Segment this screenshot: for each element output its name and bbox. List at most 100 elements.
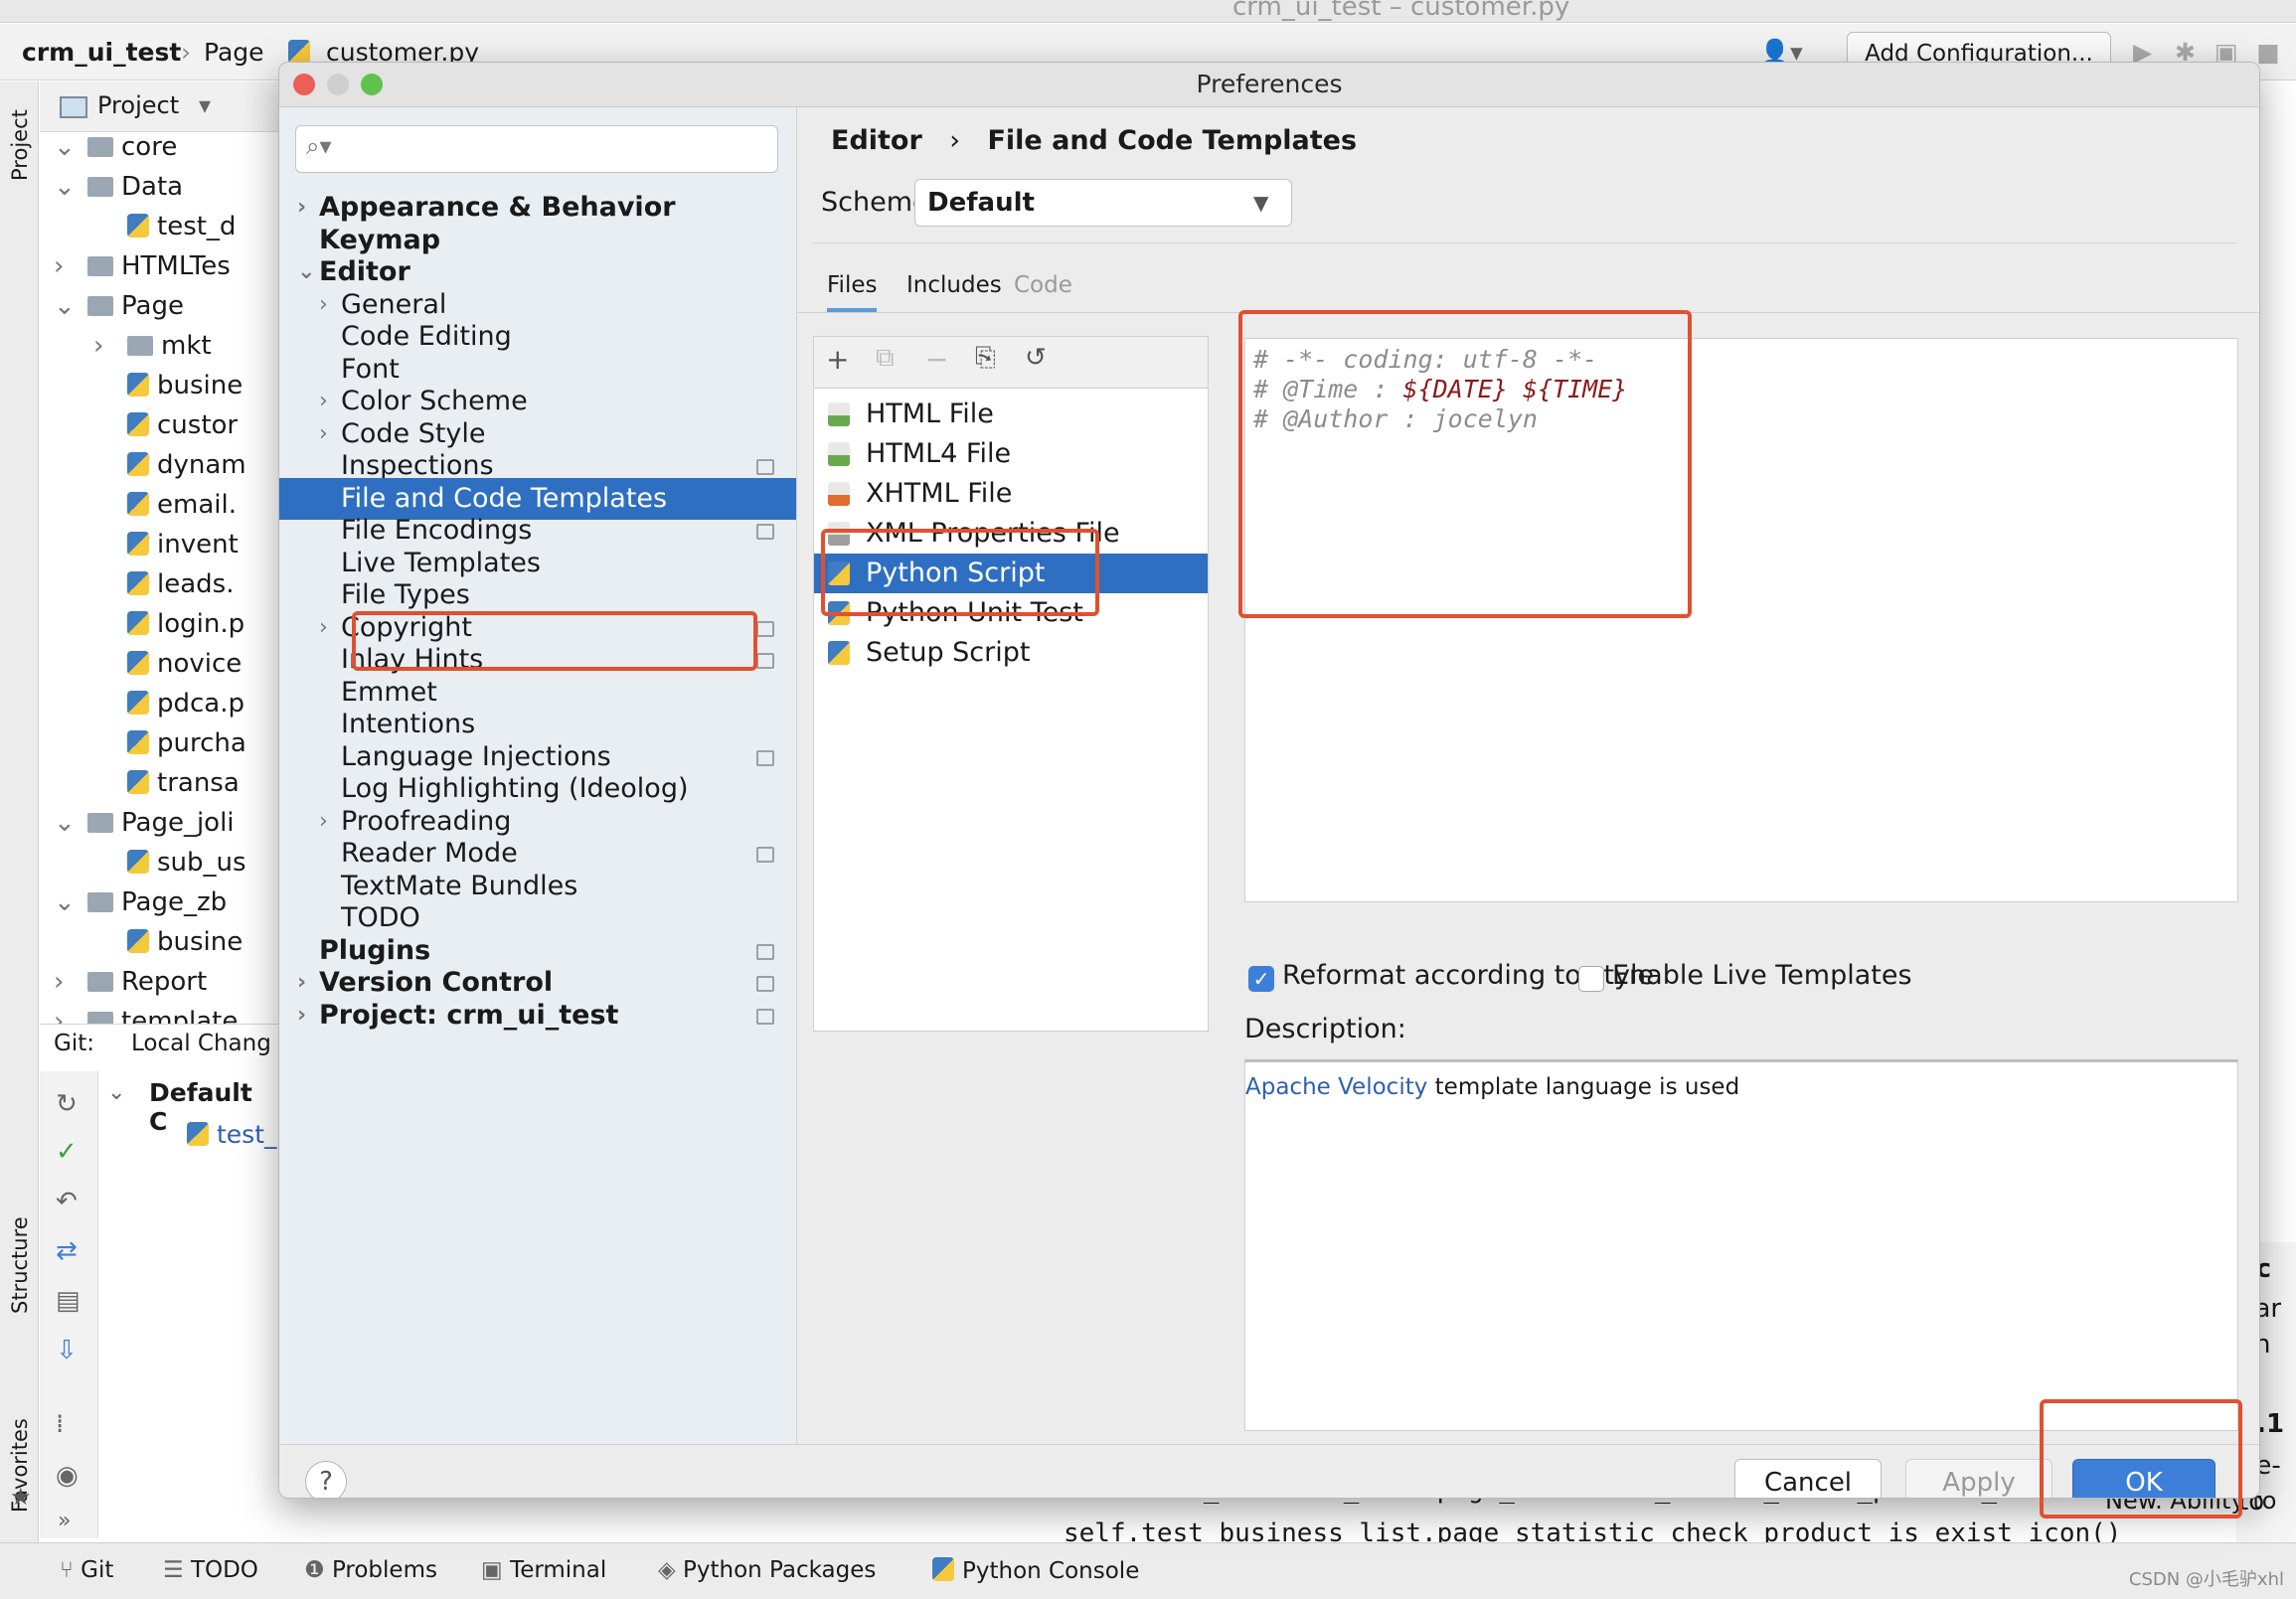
changed-file-item[interactable]: test_ (187, 1120, 277, 1149)
python-file-icon (828, 601, 850, 625)
apply-button[interactable]: Apply (1905, 1459, 2052, 1498)
chevron-down-icon[interactable]: ⌄ (54, 167, 76, 207)
template-file-item[interactable]: Setup Script (814, 633, 1208, 673)
add-icon[interactable]: + (826, 343, 849, 376)
project-view-selector[interactable]: Project (97, 91, 179, 119)
group-by-icon[interactable]: ⁞ (56, 1409, 64, 1439)
remove-icon[interactable]: − (925, 343, 948, 376)
template-file-item[interactable]: Python Unit Test (814, 593, 1208, 633)
tree-folder[interactable]: ⌄ Page_zb (54, 882, 227, 922)
tree-folder[interactable]: ⌄ Page_joli (54, 803, 235, 843)
tree-file[interactable]: test_d (127, 207, 236, 246)
commit-check-icon[interactable]: ✓ (56, 1137, 78, 1167)
tree-file[interactable]: purcha (127, 723, 246, 763)
chevron-right-icon[interactable]: › (93, 326, 103, 366)
zoom-window-button[interactable] (361, 74, 383, 95)
tree-folder[interactable]: ⌄ Page (54, 286, 184, 326)
tree-item-label: sub_us (157, 848, 246, 878)
chevron-down-icon[interactable]: ⌄ (54, 127, 76, 167)
template-file-item[interactable]: HTML4 File (814, 434, 1208, 474)
settings-nav-panel: ⌕▾ › Appearance & Behavior Keymap ⌄ Editor › G… (279, 107, 797, 1444)
tree-item-label: novice (157, 649, 243, 679)
template-file-label: Python Unit Test (866, 597, 1083, 628)
xml-file-icon (828, 522, 850, 546)
refresh-icon[interactable]: ↻ (56, 1089, 78, 1119)
tab-code[interactable]: Code (1014, 272, 1072, 298)
apache-velocity-link[interactable]: Apache Velocity (1245, 1074, 1427, 1100)
git-panel-label: Git: (54, 1031, 94, 1056)
tree-file[interactable]: pdca.p (127, 684, 245, 723)
more-icon[interactable]: » (58, 1509, 71, 1533)
todo-tool-button[interactable]: ☰ TODO (163, 1557, 258, 1583)
star-icon[interactable]: ★ (10, 1483, 32, 1511)
tree-item-label: Data (121, 172, 184, 202)
tree-file[interactable]: transa (127, 763, 240, 803)
tree-folder[interactable]: ⌄ Data (54, 167, 184, 207)
tab-files[interactable]: Files (827, 272, 878, 312)
tree-file[interactable]: login.p (127, 604, 245, 644)
diff-icon[interactable]: ⇄ (56, 1236, 78, 1266)
tree-file[interactable]: custor (127, 405, 238, 445)
shelf-icon[interactable]: ▤ (56, 1286, 81, 1316)
create-child-icon[interactable]: ⧉ (876, 343, 895, 374)
rollback-icon[interactable]: ↶ (56, 1187, 78, 1216)
scheme-dropdown[interactable]: Default ▼ (914, 179, 1292, 227)
tree-folder[interactable]: › HTMLTes (54, 246, 231, 286)
local-changes-tab[interactable]: Local Chang (131, 1031, 271, 1056)
chevron-right-icon[interactable]: › (297, 995, 306, 1037)
copy-icon[interactable]: ⎘ (975, 343, 996, 374)
python-file-icon (127, 373, 149, 397)
chevron-down-icon[interactable]: ⌄ (107, 1080, 125, 1105)
tree-folder[interactable]: ⌄ core (54, 127, 177, 167)
chevron-down-icon[interactable]: ⌄ (54, 286, 76, 326)
cancel-button[interactable]: Cancel (1734, 1459, 1882, 1498)
tree-file[interactable]: busine (127, 366, 243, 405)
chevron-down-icon[interactable]: ⌄ (54, 882, 76, 922)
description-text: Apache Velocity template language is use… (1245, 1074, 1740, 1100)
close-window-button[interactable] (293, 74, 315, 95)
folder-icon (87, 813, 113, 833)
reformat-checkbox[interactable]: ✓ (1248, 966, 1274, 992)
template-line: # @Time : ${DATE} ${TIME} (1253, 375, 1628, 403)
tree-file[interactable]: sub_us (127, 843, 246, 882)
tree-file[interactable]: dynam (127, 445, 246, 485)
tree-folder[interactable]: › Report (54, 962, 207, 1002)
tree-file[interactable]: leads. (127, 564, 234, 604)
settings-search-field[interactable]: ⌕▾ (295, 125, 778, 173)
nav-crumb-project[interactable]: crm_ui_test (22, 38, 181, 67)
help-button[interactable]: ? (305, 1461, 347, 1498)
folder-icon (87, 137, 113, 157)
python-packages-tool-button[interactable]: ◈ Python Packages (658, 1557, 876, 1583)
settings-search-input[interactable] (344, 132, 765, 166)
template-file-item[interactable]: XHTML File (814, 474, 1208, 514)
terminal-tool-button[interactable]: ▣ Terminal (481, 1557, 606, 1583)
reset-icon[interactable]: ↺ (1025, 343, 1047, 373)
ok-button[interactable]: OK (2072, 1459, 2215, 1498)
tree-file[interactable]: email. (127, 485, 237, 525)
stop-icon[interactable]: ■ (2256, 38, 2280, 67)
chevron-right-icon[interactable]: › (54, 962, 64, 1002)
structure-tool-tab[interactable]: Structure (8, 1216, 32, 1314)
eye-icon[interactable]: ◉ (56, 1461, 79, 1491)
tab-includes[interactable]: Includes (906, 272, 1002, 298)
nav-crumb-page[interactable]: Page (204, 38, 264, 67)
template-file-item[interactable]: XML Properties File (814, 514, 1208, 554)
live-templates-checkbox[interactable] (1578, 966, 1604, 992)
git-tool-button[interactable]: ⑂ Git (60, 1557, 113, 1583)
template-file-item[interactable]: HTML File (814, 395, 1208, 434)
template-file-item[interactable]: Python Script (814, 554, 1208, 593)
tree-file[interactable]: busine (127, 922, 243, 962)
tree-folder[interactable]: › mkt (93, 326, 212, 366)
tree-file[interactable]: novice (127, 644, 242, 684)
update-icon[interactable]: ⇩ (56, 1336, 78, 1365)
tree-file[interactable]: invent (127, 525, 239, 564)
project-tool-tab[interactable]: Project (8, 109, 32, 181)
chevron-down-icon[interactable]: ▾ (199, 91, 211, 119)
chevron-down-icon[interactable]: ⌄ (54, 803, 76, 843)
nav-item-project-crm-ui-test[interactable]: › Project: crm_ui_test (279, 995, 796, 1037)
minimize-window-button[interactable] (327, 74, 349, 95)
chevron-right-icon[interactable]: › (54, 246, 64, 286)
problems-tool-button[interactable]: ❶ Problems (304, 1557, 437, 1583)
python-console-tool-button[interactable]: Python Console (932, 1557, 1139, 1584)
template-editor[interactable]: # -*- coding: utf-8 -*- # @Time : ${DATE… (1244, 338, 2238, 902)
